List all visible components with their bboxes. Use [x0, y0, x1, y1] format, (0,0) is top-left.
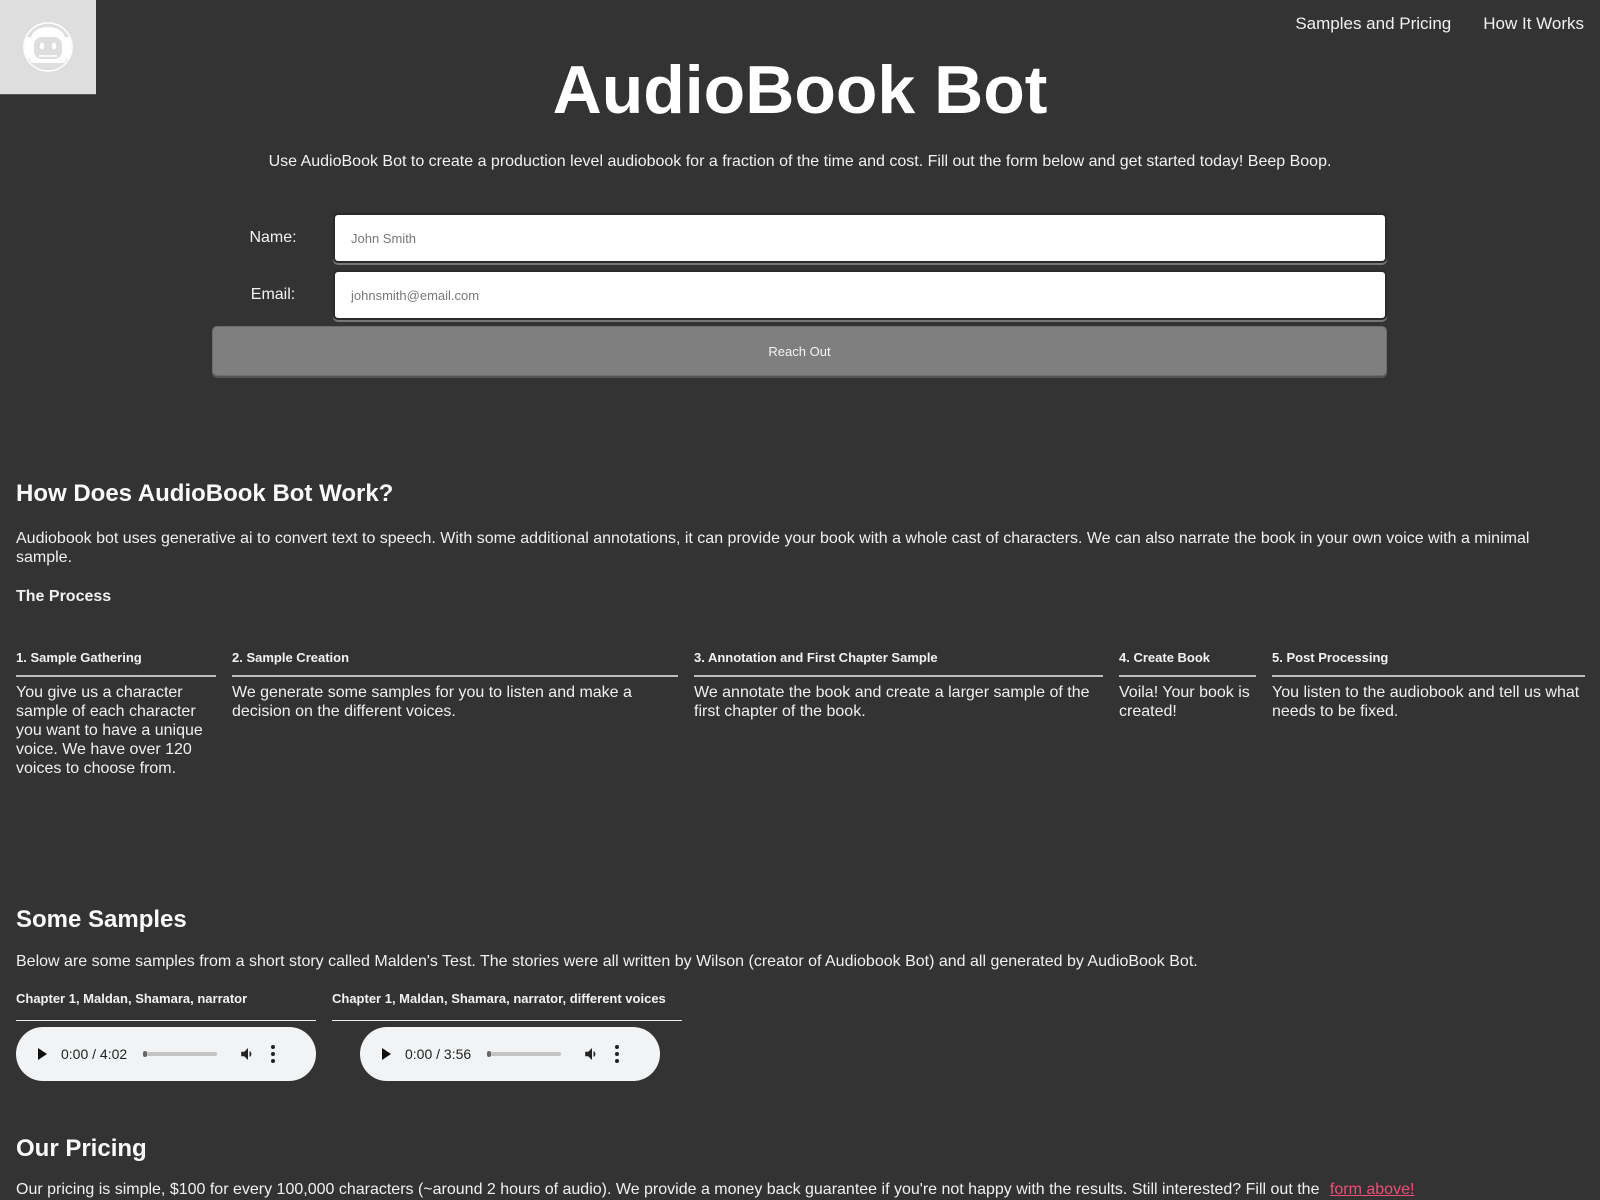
step-title: 5. Post Processing — [1272, 649, 1585, 677]
play-icon[interactable] — [382, 1048, 391, 1060]
samples-description: Below are some samples from a short stor… — [16, 953, 1198, 970]
step-text: Voila! Your book is created! — [1119, 684, 1250, 720]
step-text: We annotate the book and create a larger… — [694, 684, 1090, 720]
how-heading: How Does AudioBook Bot Work? — [16, 480, 394, 507]
how-description: Audiobook bot uses generative ai to conv… — [16, 530, 1530, 566]
pricing-heading: Our Pricing — [16, 1135, 147, 1162]
pricing-text-wrap: Our pricing is simple, $100 for every 10… — [16, 1180, 1586, 1199]
how-section: How Does AudioBook Bot Work? — [16, 480, 1586, 508]
audio-seek-slider[interactable] — [143, 1051, 218, 1057]
audio-time: 0:00 / 3:56 — [405, 1046, 472, 1062]
form-above-link[interactable]: form above! — [1330, 1181, 1414, 1198]
email-row: Email: — [212, 270, 1387, 320]
name-row: Name: — [212, 213, 1387, 263]
samples-description-wrap: Below are some samples from a short stor… — [16, 952, 1586, 971]
play-icon[interactable] — [38, 1048, 47, 1060]
nav-samples-and-pricing[interactable]: Samples and Pricing — [1295, 14, 1451, 34]
sample-title: Chapter 1, Maldan, Shamara, narrator, di… — [332, 991, 682, 1021]
logo[interactable] — [0, 0, 96, 95]
page-title: AudioBook Bot — [552, 52, 1048, 118]
audio-time: 0:00 / 4:02 — [61, 1046, 128, 1062]
hero-subtitle: Use AudioBook Bot to create a production… — [268, 153, 1332, 170]
step-text: You give us a character sample of each c… — [16, 684, 203, 777]
hero-title-wrapper: AudioBook Bot — [0, 48, 1600, 118]
more-options-icon[interactable] — [271, 1045, 276, 1063]
process-steps: 1. Sample Gathering You give us a charac… — [16, 649, 1586, 778]
process-step: 4. Create Book Voila! Your book is creat… — [1119, 649, 1272, 778]
sample-item: Chapter 1, Maldan, Shamara, narrator, di… — [332, 991, 682, 1081]
sample-item: Chapter 1, Maldan, Shamara, narrator 0:0… — [16, 991, 316, 1081]
audio-player: 0:00 / 4:02 — [16, 1027, 316, 1081]
process-step: 5. Post Processing You listen to the aud… — [1272, 649, 1585, 778]
step-title: 4. Create Book — [1119, 649, 1256, 677]
sample-title: Chapter 1, Maldan, Shamara, narrator — [16, 991, 316, 1021]
name-label: Name: — [249, 229, 297, 246]
volume-icon[interactable] — [239, 1045, 257, 1063]
samples-section: Some Samples — [16, 906, 1586, 934]
step-title: 2. Sample Creation — [232, 649, 678, 677]
sample-list: Chapter 1, Maldan, Shamara, narrator 0:0… — [16, 991, 682, 1081]
audio-seek-slider[interactable] — [487, 1051, 562, 1057]
step-text: You listen to the audiobook and tell us … — [1272, 684, 1580, 720]
audio-player: 0:00 / 3:56 — [360, 1027, 660, 1081]
process-step: 2. Sample Creation We generate some samp… — [232, 649, 694, 778]
more-options-icon[interactable] — [615, 1045, 620, 1063]
how-description-wrap: Audiobook bot uses generative ai to conv… — [16, 529, 1586, 567]
pricing-description: Our pricing is simple, $100 for every 10… — [16, 1181, 1320, 1198]
step-title: 3. Annotation and First Chapter Sample — [694, 649, 1103, 677]
step-title: 1. Sample Gathering — [16, 649, 216, 677]
pricing-text: Our pricing is simple, $100 for every 10… — [16, 1180, 1586, 1199]
robot-headphones-icon — [23, 22, 73, 72]
nav-how-it-works[interactable]: How It Works — [1483, 14, 1584, 34]
email-input[interactable] — [333, 270, 1387, 320]
reach-out-button[interactable]: Reach Out — [212, 326, 1387, 376]
email-label: Email: — [250, 286, 296, 303]
process-heading: The Process — [16, 588, 112, 605]
process-step: 1. Sample Gathering You give us a charac… — [16, 649, 232, 778]
main-nav: Samples and Pricing How It Works — [1295, 14, 1584, 34]
step-text: We generate some samples for you to list… — [232, 684, 632, 720]
volume-icon[interactable] — [583, 1045, 601, 1063]
samples-heading: Some Samples — [16, 906, 187, 933]
process-heading-wrap: The Process — [16, 588, 1586, 606]
pricing-section: Our Pricing — [16, 1135, 1586, 1163]
name-input[interactable] — [333, 213, 1387, 263]
process-step: 3. Annotation and First Chapter Sample W… — [694, 649, 1119, 778]
